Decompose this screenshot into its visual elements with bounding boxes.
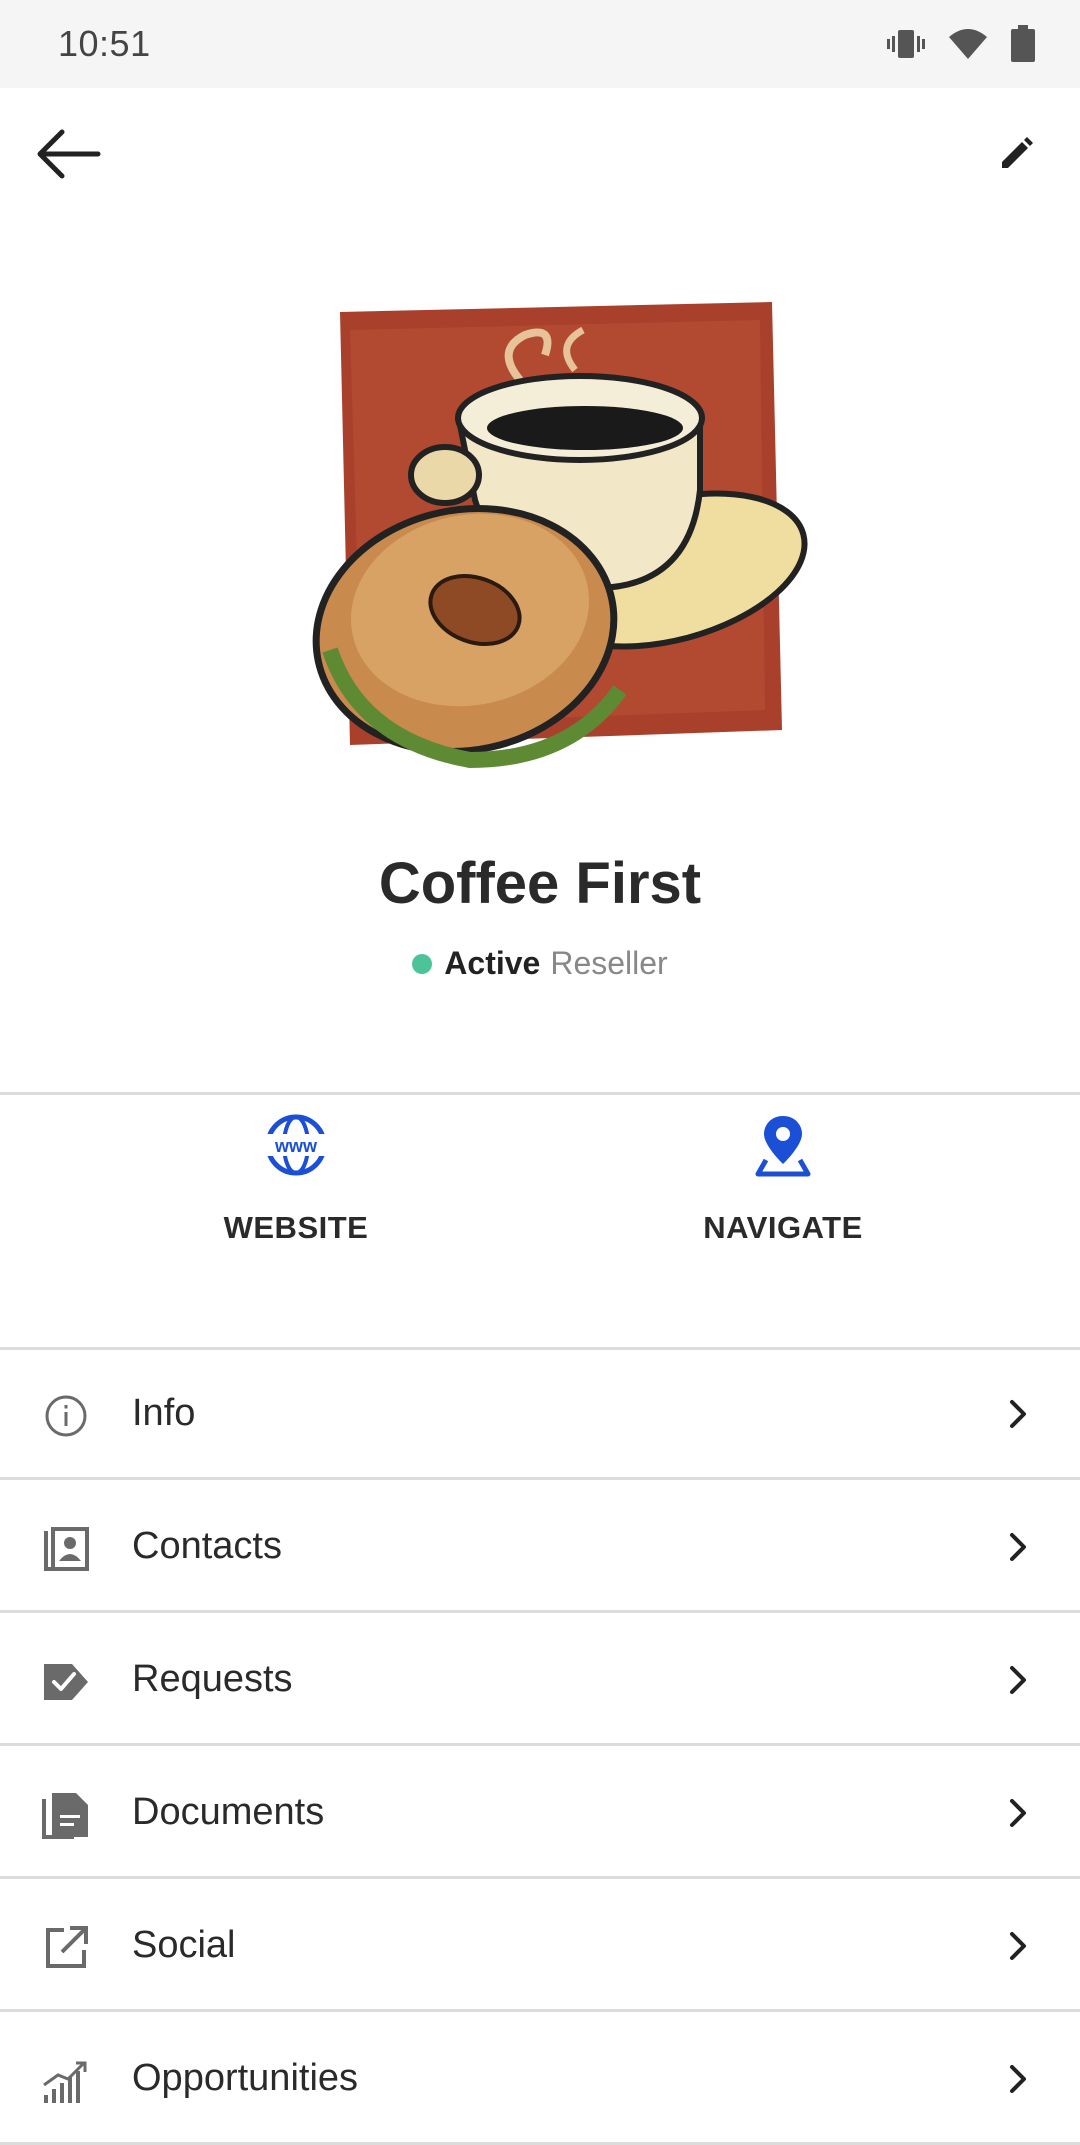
wifi-icon [949,29,987,59]
status-label: Active [444,945,541,981]
chevron-right-icon [1010,1799,1026,1827]
status-dot-icon [412,953,433,974]
navigate-button[interactable]: NAVIGATE [633,1110,933,1246]
navigate-label: NAVIGATE [703,1210,863,1245]
battery-icon [1011,25,1035,62]
chevron-right-icon [1010,1932,1026,1960]
website-label: WEBSITE [223,1210,369,1245]
website-button[interactable]: www WEBSITE [146,1110,446,1246]
requests-icon [44,1664,88,1700]
status-bar: 10:51 [0,0,1080,88]
coffee-and-bagel-logo [270,290,810,790]
menu-item-label: Info [132,1392,196,1434]
info-icon [45,1395,87,1437]
status-icons [886,25,1036,63]
external-link-icon [46,1926,88,1968]
document-icon [42,1793,88,1839]
vibrate-icon [887,30,925,58]
menu-item-label: Contacts [132,1525,282,1567]
menu-item-documents[interactable]: Documents [0,1749,1080,1879]
svg-text:www: www [274,1136,318,1156]
chevron-right-icon [1010,2065,1026,2093]
chevron-right-icon [1010,1666,1026,1694]
menu-item-label: Social [132,1924,236,1966]
status-time: 10:51 [58,23,151,64]
chevron-right-icon [1010,1400,1026,1428]
account-type: Reseller [550,945,668,981]
globe-www-icon: www [263,1114,329,1176]
menu-item-info[interactable]: Info [0,1350,1080,1480]
account-status-row: Active Reseller [0,945,1080,982]
account-name: Coffee First [378,851,702,916]
contacts-icon [44,1527,89,1571]
menu-item-opportunities[interactable]: Opportunities [0,2015,1080,2145]
menu-item-requests[interactable]: Requests [0,1616,1080,1746]
menu-item-label: Opportunities [132,2057,359,2099]
arrow-left-icon[interactable] [34,126,102,182]
menu-item-label: Requests [132,1658,293,1700]
pencil-icon[interactable] [996,134,1036,174]
menu-item-contacts[interactable]: Contacts [0,1483,1080,1613]
chevron-right-icon [1010,1533,1026,1561]
divider [0,1092,1080,1095]
menu-item-label: Documents [132,1791,325,1833]
bar-chart-icon [43,2061,87,2103]
menu-item-social[interactable]: Social [0,1882,1080,2012]
app-bar [0,88,1080,216]
map-pin-icon [755,1116,811,1177]
